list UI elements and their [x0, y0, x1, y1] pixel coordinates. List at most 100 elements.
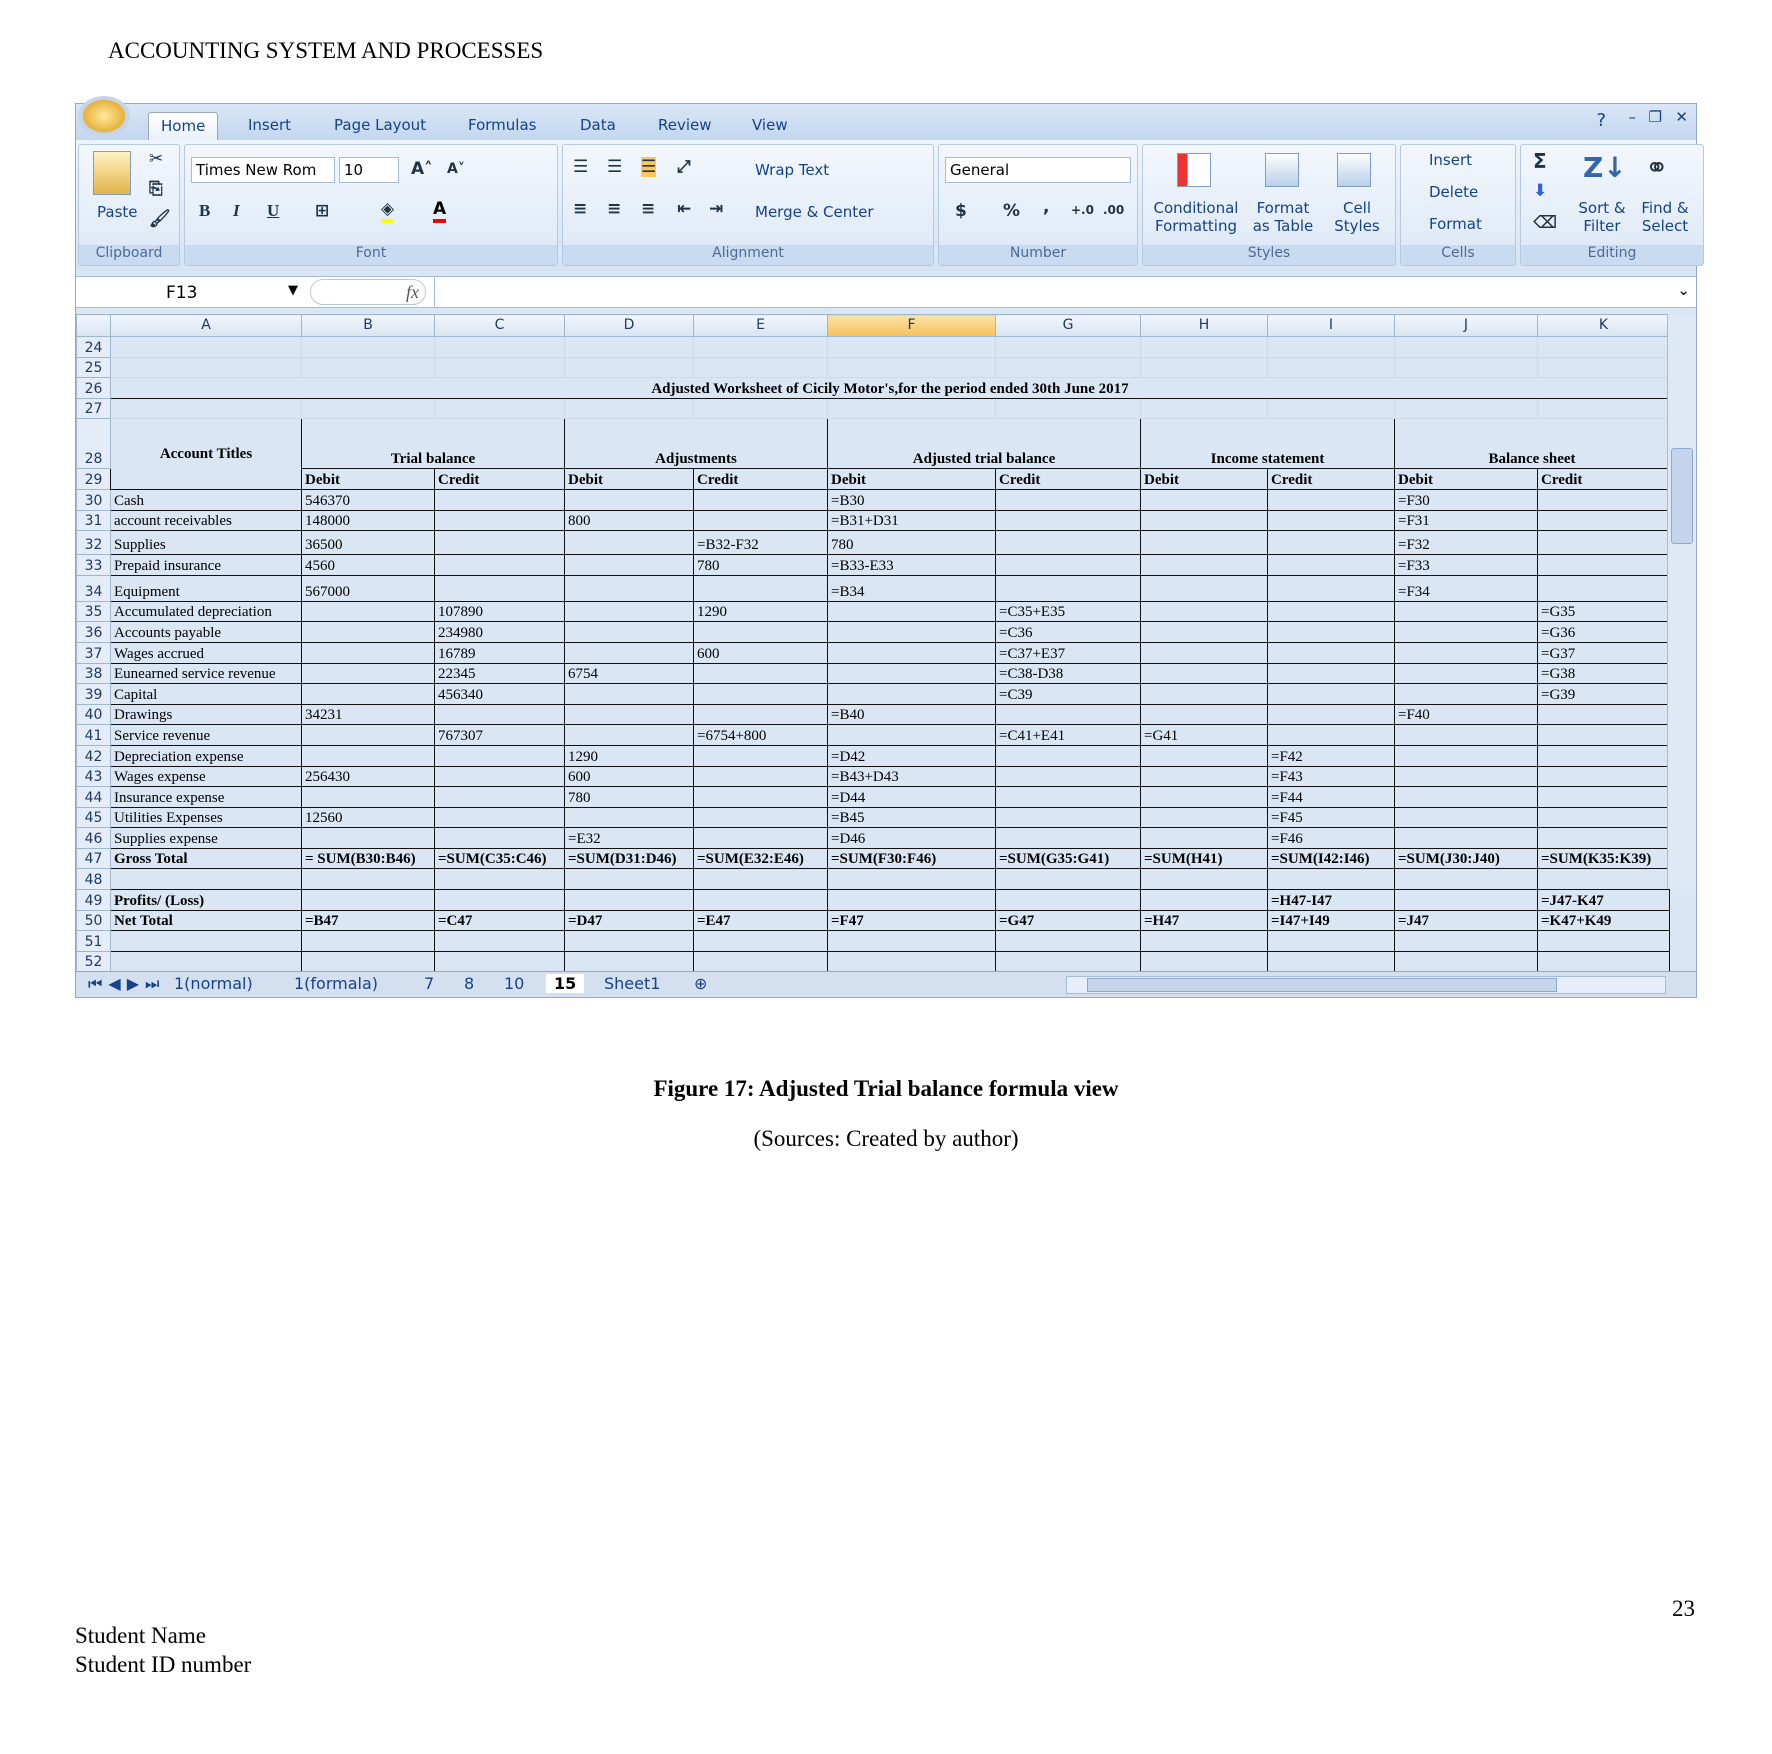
cell[interactable]: [693, 356, 828, 379]
header-income-statement[interactable]: Income statement: [1140, 418, 1395, 470]
cell[interactable]: =F45: [1267, 806, 1395, 829]
cell[interactable]: [434, 930, 565, 952]
cell[interactable]: [564, 621, 694, 643]
cell[interactable]: [995, 554, 1141, 576]
cell[interactable]: [995, 530, 1141, 556]
row-header[interactable]: 28: [76, 418, 111, 470]
cell[interactable]: [693, 786, 828, 808]
font-size-select[interactable]: 10: [339, 157, 399, 183]
cell[interactable]: [434, 356, 565, 379]
cell[interactable]: [1267, 621, 1395, 643]
cell[interactable]: [1267, 600, 1395, 623]
font-color-icon[interactable]: A: [433, 199, 447, 223]
cell[interactable]: [110, 336, 302, 358]
row-header[interactable]: 41: [76, 724, 111, 746]
cell[interactable]: =F31: [1394, 509, 1538, 532]
cell[interactable]: [693, 488, 828, 511]
cell[interactable]: 234980: [434, 621, 565, 643]
cell[interactable]: [1394, 724, 1538, 746]
cell[interactable]: [301, 641, 435, 664]
cell[interactable]: 546370: [301, 488, 435, 511]
cell[interactable]: [1537, 397, 1670, 420]
sheet-nav-arrows[interactable]: ⏮◀▶⏭: [80, 974, 173, 994]
subheader-credit[interactable]: Credit: [995, 468, 1141, 490]
conditional-formatting-button[interactable]: Conditional Formatting: [1151, 199, 1241, 235]
cell[interactable]: [301, 786, 435, 808]
cell[interactable]: =F46: [1267, 827, 1395, 849]
cell[interactable]: =F42: [1267, 744, 1395, 767]
subheader-debit[interactable]: Debit: [827, 468, 996, 490]
scroll-thumb[interactable]: [1671, 448, 1693, 544]
row-header[interactable]: 37: [76, 641, 111, 664]
cell[interactable]: [1140, 488, 1268, 511]
sheet-tab-1formala[interactable]: 1(formala): [286, 974, 386, 993]
column-header-d[interactable]: D: [564, 314, 694, 337]
cell[interactable]: [995, 827, 1141, 849]
cell[interactable]: =D44: [827, 786, 996, 808]
insert-sheet-icon[interactable]: ⊕: [686, 974, 715, 993]
row-header[interactable]: 49: [76, 889, 111, 911]
row-header[interactable]: 52: [76, 950, 111, 973]
cell[interactable]: [564, 683, 694, 705]
header-account-titles[interactable]: Account Titles: [110, 418, 302, 490]
sheet-tab-8[interactable]: 8: [456, 974, 482, 993]
cell[interactable]: =C37+E37: [995, 641, 1141, 664]
cell[interactable]: [693, 744, 828, 767]
cell-styles-button[interactable]: Cell Styles: [1329, 199, 1385, 235]
cell[interactable]: [301, 356, 435, 379]
cell[interactable]: [1394, 641, 1538, 664]
cell[interactable]: [1267, 336, 1395, 358]
select-all-corner[interactable]: [76, 314, 111, 337]
subheader-debit[interactable]: Debit: [1140, 468, 1268, 490]
account-title-cell[interactable]: Cash: [110, 488, 302, 511]
row-header[interactable]: 40: [76, 703, 111, 726]
row-header[interactable]: 43: [76, 765, 111, 788]
account-title-cell[interactable]: Insurance expense: [110, 786, 302, 808]
subheader-credit[interactable]: Credit: [434, 468, 565, 490]
cell[interactable]: [827, 336, 996, 358]
cell[interactable]: [1394, 827, 1538, 849]
cell[interactable]: [995, 950, 1141, 973]
cell[interactable]: [827, 662, 996, 685]
row-header[interactable]: 32: [76, 530, 111, 556]
cell[interactable]: [1394, 336, 1538, 358]
cell[interactable]: [1267, 356, 1395, 379]
cell[interactable]: [1394, 397, 1538, 420]
header-adjustments[interactable]: Adjustments: [564, 418, 828, 470]
cell[interactable]: =SUM(H41): [1140, 847, 1268, 870]
cell[interactable]: [693, 868, 828, 891]
column-header-i[interactable]: I: [1267, 314, 1395, 337]
clear-icon[interactable]: ⌫: [1533, 213, 1557, 233]
cell[interactable]: [301, 621, 435, 643]
find-select-button[interactable]: Find & Select: [1635, 199, 1695, 235]
cell[interactable]: [1537, 724, 1670, 746]
cell[interactable]: [827, 889, 996, 911]
cell[interactable]: =H47-I47: [1267, 889, 1395, 911]
cell[interactable]: [995, 397, 1141, 420]
cell[interactable]: =SUM(J30:J40): [1394, 847, 1538, 870]
subheader-credit[interactable]: Credit: [1537, 468, 1670, 490]
cell[interactable]: [693, 889, 828, 911]
cell[interactable]: [1537, 356, 1670, 379]
cell[interactable]: [1394, 806, 1538, 829]
cell[interactable]: [1140, 786, 1268, 808]
account-title-cell[interactable]: Prepaid insurance: [110, 554, 302, 576]
paste-icon[interactable]: [93, 151, 131, 195]
cell[interactable]: [1267, 641, 1395, 664]
row-header[interactable]: 30: [76, 488, 111, 511]
row-header[interactable]: 50: [76, 909, 111, 932]
cell[interactable]: [1140, 703, 1268, 726]
cell[interactable]: [693, 683, 828, 705]
cell[interactable]: 780: [693, 554, 828, 576]
row-header[interactable]: 25: [76, 356, 111, 379]
tab-review[interactable]: Review: [646, 112, 724, 140]
cell[interactable]: [693, 806, 828, 829]
cell[interactable]: [434, 574, 565, 602]
tab-home[interactable]: Home: [148, 112, 219, 140]
office-button[interactable]: [78, 96, 130, 136]
account-title-cell[interactable]: account receivables: [110, 509, 302, 532]
cell[interactable]: [995, 806, 1141, 829]
cell[interactable]: =K47+K49: [1537, 909, 1670, 932]
cell[interactable]: [1140, 662, 1268, 685]
cell[interactable]: [1140, 574, 1268, 602]
